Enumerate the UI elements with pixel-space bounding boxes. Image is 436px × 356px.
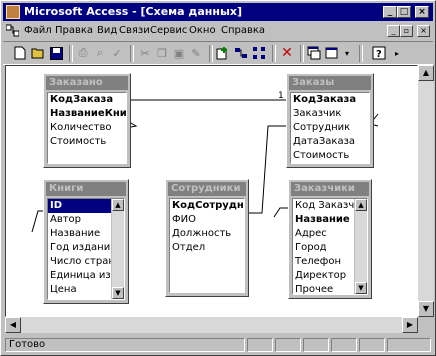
menu-bar: Файл Правка Вид Связи Сервис Окно Справк…: [3, 22, 433, 40]
vertical-scrollbar[interactable]: ▲ ▼: [418, 65, 434, 317]
print-icon[interactable]: ⎙: [75, 45, 91, 61]
field-item[interactable]: Количество: [48, 121, 126, 135]
window-title: Microsoft Access - [Схема данных]: [24, 5, 243, 18]
menu-tools[interactable]: Сервис: [150, 25, 187, 36]
field-list[interactable]: КодЗаказа НазваниеКниги Количество Стоим…: [47, 92, 127, 164]
scroll-up-icon[interactable]: ▲: [418, 65, 434, 81]
cut-icon[interactable]: ✂: [137, 45, 153, 61]
svg-text:?: ?: [376, 49, 382, 60]
field-item[interactable]: Сотрудник: [291, 121, 369, 135]
menu-window[interactable]: Окно: [189, 25, 216, 36]
field-item[interactable]: КодСотрудника: [170, 199, 244, 213]
table-employees[interactable]: Сотрудники КодСотрудника ФИО Должность О…: [165, 179, 249, 297]
scroll-down-icon[interactable]: ▼: [418, 301, 434, 317]
print-preview-icon[interactable]: ⌕: [92, 45, 108, 61]
field-item[interactable]: КодЗаказа: [291, 93, 369, 107]
chevron-down-icon[interactable]: ▾: [339, 45, 355, 61]
paste-icon[interactable]: ▣: [171, 45, 187, 61]
status-panel: [303, 338, 329, 352]
scroll-down-icon[interactable]: ▼: [112, 287, 124, 299]
status-panel: [275, 338, 301, 352]
access-key-icon[interactable]: [6, 5, 20, 19]
status-panel: [387, 338, 431, 352]
table-orders[interactable]: Заказы КодЗаказа Заказчик Сотрудник Дата…: [286, 73, 374, 168]
field-item[interactable]: ID: [48, 199, 112, 213]
status-bar: Готово: [3, 336, 433, 353]
title-bar: Microsoft Access - [Схема данных] _ □ ×: [3, 3, 433, 21]
status-panel: [247, 338, 273, 352]
maximize-button[interactable]: □: [397, 6, 411, 18]
field-item[interactable]: КодЗаказа: [48, 93, 126, 107]
menu-view[interactable]: Вид: [97, 25, 117, 36]
save-icon[interactable]: [48, 45, 64, 61]
relationships-canvas[interactable]: ∞ 1 Заказано КодЗаказа НазваниеКниги Кол…: [5, 65, 418, 317]
format-painter-icon[interactable]: ✎: [188, 45, 204, 61]
field-list-scrollbar[interactable]: ▲ ▼: [354, 199, 367, 294]
database-window-icon[interactable]: [306, 45, 322, 61]
field-list-scrollbar[interactable]: ▲ ▼: [111, 199, 124, 299]
field-item[interactable]: Должность: [170, 227, 244, 241]
toolbar: ⎙ ⌕ ✓ ✂ ❐ ▣ ✎ ✕ ▾ ? ▸: [3, 41, 433, 65]
table-title[interactable]: Заказы: [289, 76, 371, 90]
help-icon[interactable]: ?: [371, 45, 387, 61]
spell-icon[interactable]: ✓: [109, 45, 125, 61]
field-item[interactable]: ДатаЗаказа: [291, 135, 369, 149]
minimize-button[interactable]: _: [383, 6, 397, 18]
table-title[interactable]: Сотрудники: [168, 182, 246, 196]
toolbar-chevron-icon[interactable]: ▸: [389, 45, 405, 61]
delete-icon[interactable]: ✕: [279, 45, 295, 61]
field-list[interactable]: КодЗаказа Заказчик Сотрудник ДатаЗаказа …: [290, 92, 370, 164]
scroll-up-icon[interactable]: ▲: [112, 199, 124, 211]
copy-icon[interactable]: ❐: [154, 45, 170, 61]
table-ordered[interactable]: Заказано КодЗаказа НазваниеКниги Количес…: [43, 73, 131, 168]
field-item[interactable]: Отдел: [170, 241, 244, 255]
doc-close-button[interactable]: ×: [417, 25, 430, 37]
status-panel: [359, 338, 385, 352]
field-item[interactable]: Стоимость: [291, 149, 369, 163]
menu-edit[interactable]: Правка: [55, 25, 93, 36]
field-list[interactable]: КодСотрудника ФИО Должность Отдел: [169, 198, 245, 293]
field-item[interactable]: НазваниеКниги: [48, 107, 126, 121]
table-title[interactable]: Заказчики: [291, 182, 369, 196]
field-item[interactable]: Заказчик: [291, 107, 369, 121]
open-icon[interactable]: [30, 45, 46, 61]
menu-help[interactable]: Справка: [221, 25, 265, 36]
menu-relationships[interactable]: Связи: [119, 25, 150, 36]
scroll-left-icon[interactable]: ◀: [5, 317, 21, 333]
field-list[interactable]: Код Заказчика Название Адрес Город Телеф…: [292, 198, 368, 295]
show-table-icon[interactable]: [215, 45, 231, 61]
field-item[interactable]: ФИО: [170, 213, 244, 227]
close-button[interactable]: ×: [415, 6, 429, 18]
scroll-down-icon[interactable]: ▼: [355, 282, 367, 294]
doc-restore-button[interactable]: ▫: [400, 25, 413, 37]
relation-one-symbol: 1: [278, 91, 284, 101]
new-object-icon[interactable]: [324, 45, 340, 61]
relationships-window-icon[interactable]: [6, 24, 19, 37]
table-title[interactable]: Книги: [46, 182, 126, 196]
table-customers[interactable]: Заказчики Код Заказчика Название Адрес Г…: [288, 179, 372, 299]
relation-line-employees[interactable]: [246, 125, 289, 214]
table-title[interactable]: Заказано: [46, 76, 128, 90]
field-item[interactable]: Стоимость: [48, 135, 126, 149]
new-icon[interactable]: [12, 45, 28, 61]
show-direct-icon[interactable]: [233, 45, 249, 61]
menu-file[interactable]: Файл: [24, 25, 52, 36]
field-list[interactable]: ID Автор Название Год издания Число стра…: [47, 198, 125, 300]
application-window: Microsoft Access - [Схема данных] _ □ × …: [0, 0, 436, 356]
status-panel: [331, 338, 357, 352]
show-all-icon[interactable]: [251, 45, 267, 61]
scroll-right-icon[interactable]: ▶: [402, 317, 418, 333]
table-books[interactable]: Книги ID Автор Название Год издания Числ…: [43, 179, 129, 304]
status-text: Готово: [5, 338, 245, 352]
doc-minimize-button[interactable]: _: [387, 25, 400, 37]
scroll-up-icon[interactable]: ▲: [355, 199, 367, 211]
horizontal-scrollbar[interactable]: ◀ ▶: [5, 317, 418, 333]
